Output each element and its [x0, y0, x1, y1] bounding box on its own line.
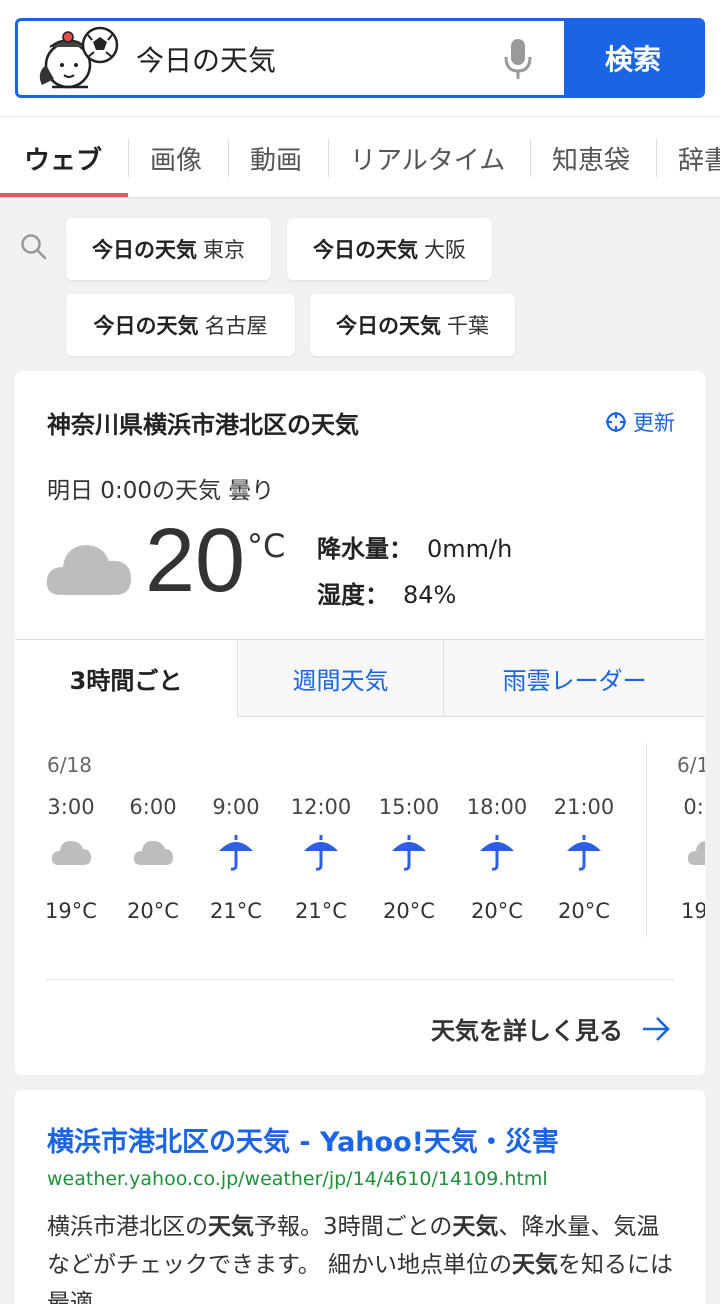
cloud-icon [687, 833, 705, 873]
arrow-right-icon [643, 1016, 670, 1041]
day-divider [646, 743, 647, 937]
tab-rain-radar[interactable]: 雨雲レーダー [443, 639, 705, 717]
result-description: 横浜市港北区の天気予報。3時間ごとの天気、降水量、気温などがチェックできます。 … [47, 1208, 677, 1304]
search-input[interactable]: 今日の天気 [136, 39, 276, 79]
tab-realtime[interactable]: リアルタイム [350, 117, 505, 197]
hour-time: 3:00 [47, 795, 95, 819]
suggestion-location: 名古屋 [204, 314, 268, 338]
hour-time: 18:00 [466, 795, 528, 819]
umbrella-icon [477, 833, 517, 873]
umbrella-icon [216, 833, 256, 873]
tab-videos[interactable]: 動画 [250, 117, 302, 197]
header: 今日の天気 検索 [0, 0, 720, 116]
hour-temperature: 21°C [295, 899, 347, 923]
result-title-link[interactable]: 横浜市港北区の天気 - Yahoo!天気・災害 [47, 1120, 559, 1159]
cloud-icon [133, 833, 173, 873]
highlighted-term: 天気 [208, 1214, 254, 1240]
search-box[interactable]: 今日の天気 検索 [15, 18, 705, 98]
tab-weekly[interactable]: 週間天気 [237, 639, 443, 717]
tab-divider [656, 139, 657, 177]
umbrella-icon [301, 833, 341, 873]
hour-time: 6:00 [129, 795, 177, 819]
precipitation-label: 降水量： [317, 535, 413, 563]
suggestion-keyword: 今日の天気 [313, 238, 418, 262]
hourly-item: 15:00 20°C [369, 717, 449, 947]
tab-images[interactable]: 画像 [150, 117, 202, 197]
weather-location-title: 神奈川県横浜市港北区の天気 [47, 411, 359, 439]
suggestion-chip[interactable]: 今日の天気 千葉 [310, 294, 515, 356]
mascot-logo-icon[interactable] [28, 25, 128, 95]
hour-temperature: 20°C [127, 899, 179, 923]
hour-time: 12:00 [290, 795, 352, 819]
weather-detail-link[interactable]: 天気を詳しく見る [431, 1011, 671, 1046]
suggestion-location: 千葉 [447, 314, 489, 338]
forecast-time-condition: 明日 0:00の天気 曇り [47, 478, 275, 504]
hourly-forecast[interactable]: 6/18 6/19 3:0019°C6:0020°C9:0021°C12:002… [15, 717, 705, 947]
hourly-item: 0:00 19°C [667, 717, 705, 947]
result-url: weather.yahoo.co.jp/weather/jp/14/4610/1… [47, 1168, 548, 1190]
hour-time: 9:00 [212, 795, 260, 819]
hour-temperature: 20°C [471, 899, 523, 923]
hour-time: 21:00 [553, 795, 615, 819]
vertical-tabs: ウェブ 画像 動画 リアルタイム 知恵袋 辞書 [0, 116, 720, 198]
tab-divider [128, 139, 129, 177]
hourly-item: 18:00 20°C [457, 717, 537, 947]
hour-temperature: 20°C [558, 899, 610, 923]
hourly-item: 9:00 21°C [196, 717, 276, 947]
hourly-item: 6:00 20°C [113, 717, 193, 947]
suggestion-chip[interactable]: 今日の天気 名古屋 [66, 294, 295, 356]
temperature-unit: °C [247, 527, 286, 565]
update-label: 更新 [633, 411, 675, 435]
hourly-item: 3:00 19°C [31, 717, 111, 947]
hour-time: 0:00 [683, 795, 705, 819]
tab-web[interactable]: ウェブ [24, 117, 102, 197]
tab-divider [228, 139, 229, 177]
tab-chiebukuro[interactable]: 知恵袋 [552, 117, 630, 197]
microphone-icon[interactable] [502, 35, 534, 83]
hour-time: 15:00 [378, 795, 440, 819]
cloud-icon [46, 545, 131, 595]
hourly-item: 21:00 20°C [544, 717, 624, 947]
humidity-label: 湿度： [317, 581, 389, 609]
search-button[interactable]: 検索 [564, 21, 702, 95]
humidity-value: 84% [403, 581, 457, 609]
tab-dictionary[interactable]: 辞書 [678, 117, 720, 197]
tab-divider [530, 139, 531, 177]
divider [45, 979, 675, 980]
weather-card: 神奈川県横浜市港北区の天気 更新 明日 0:00の天気 曇り 20 °C 降水量… [15, 371, 705, 1075]
umbrella-icon [564, 833, 604, 873]
suggestion-location: 大阪 [424, 238, 466, 262]
suggestion-keyword: 今日の天気 [92, 238, 197, 262]
suggestion-keyword: 今日の天気 [93, 314, 199, 338]
precipitation: 降水量： 0mm/h [317, 529, 512, 564]
humidity: 湿度： 84% [317, 575, 456, 610]
hour-temperature: 20°C [383, 899, 435, 923]
hour-temperature: 19°C [45, 899, 97, 923]
precipitation-value: 0mm/h [427, 535, 513, 563]
hourly-item: 12:00 21°C [281, 717, 361, 947]
refresh-icon [606, 412, 626, 432]
description-text: 予報。3時間ごとの [254, 1214, 453, 1240]
suggestion-chip[interactable]: 今日の天気 大阪 [287, 218, 492, 280]
cloud-icon [51, 833, 91, 873]
tab-3hourly[interactable]: 3時間ごと [15, 639, 237, 717]
suggestion-keyword: 今日の天気 [336, 314, 441, 338]
suggestion-chip[interactable]: 今日の天気 東京 [66, 218, 271, 280]
highlighted-term: 天気 [452, 1214, 499, 1240]
highlighted-term: 天気 [512, 1252, 559, 1278]
current-temperature: 20 [145, 511, 246, 611]
active-tab-indicator [0, 193, 128, 197]
search-icon [21, 234, 47, 260]
hour-temperature: 21°C [210, 899, 262, 923]
umbrella-icon [389, 833, 429, 873]
update-button[interactable]: 更新 [605, 407, 675, 437]
weather-sub-tabs: 3時間ごと 週間天気 雨雲レーダー [15, 639, 705, 717]
hour-temperature: 19°C [681, 899, 705, 923]
description-text: 横浜市港北区の [47, 1214, 208, 1240]
tab-divider [328, 139, 329, 177]
weather-detail-label: 天気を詳しく見る [431, 1017, 623, 1045]
search-result: 横浜市港北区の天気 - Yahoo!天気・災害 weather.yahoo.co… [15, 1090, 705, 1304]
suggestion-location: 東京 [203, 238, 245, 262]
